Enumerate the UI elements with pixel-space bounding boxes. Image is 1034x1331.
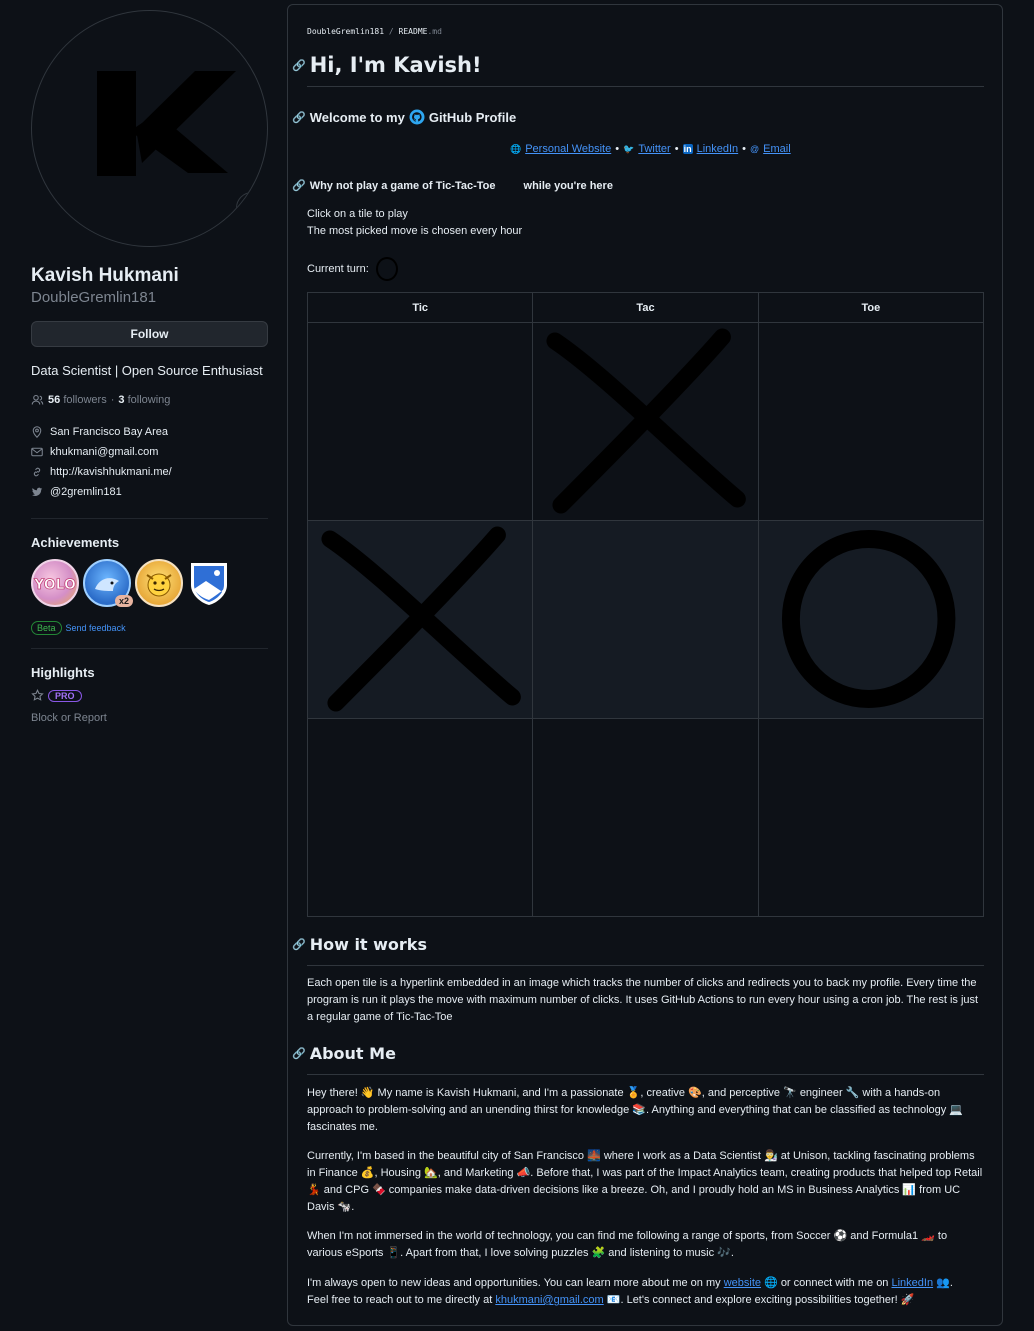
- anchor-link-icon[interactable]: 🔗: [292, 111, 306, 124]
- email-link[interactable]: khukmani@gmail.com: [495, 1294, 603, 1306]
- board-cell-empty[interactable]: [306, 718, 534, 917]
- readme-panel: DoubleGremlin181 / README.md 🔗 Hi, I'm K…: [287, 4, 1003, 1326]
- highlights-heading: Highlights: [31, 665, 95, 680]
- profile-name: Kavish Hukmani: [31, 265, 179, 286]
- badge-multiplier: x2: [114, 595, 133, 607]
- follow-button[interactable]: Follow: [31, 321, 268, 347]
- breadcrumb-repo[interactable]: DoubleGremlin181: [307, 27, 384, 36]
- column-header: Toe: [757, 292, 985, 323]
- profile-details: San Francisco Bay Area khukmani@gmail.co…: [31, 422, 268, 502]
- k-logo-icon: [97, 71, 236, 176]
- o-mark-icon: [781, 530, 956, 708]
- twitter-item[interactable]: @2gremlin181: [31, 482, 268, 502]
- people-icon: [31, 394, 44, 405]
- how-heading: 🔗 How it works: [292, 935, 427, 954]
- divider: [307, 86, 984, 87]
- social-links: 🌐 Personal Website • 🐦 Twitter • in Link…: [510, 143, 791, 155]
- readme-title: 🔗 Hi, I'm Kavish!: [292, 53, 482, 77]
- anchor-link-icon[interactable]: 🔗: [292, 938, 306, 951]
- block-or-report-link[interactable]: Block or Report: [31, 712, 268, 724]
- pro-badge: PRO: [48, 689, 82, 702]
- github-icon: [409, 109, 425, 125]
- linkedin-icon: in: [682, 144, 693, 154]
- divider: [307, 1074, 984, 1075]
- following-link[interactable]: 3 following: [118, 394, 170, 406]
- status-laptop-icon[interactable]: 💻: [236, 192, 267, 224]
- beta-pill: Beta: [31, 621, 62, 635]
- column-header: Tac: [532, 292, 759, 323]
- board-cell-empty[interactable]: [532, 718, 759, 917]
- mail-icon: [31, 446, 43, 458]
- profile-bio: Data Scientist | Open Source Enthusiast: [31, 363, 263, 378]
- board-cell-empty[interactable]: [532, 520, 759, 719]
- board-row: [306, 718, 985, 917]
- instructions: Click on a tile to play The most picked …: [307, 208, 523, 237]
- yolo-badge-icon[interactable]: YOLO: [31, 559, 79, 607]
- personal-website-link[interactable]: Personal Website: [525, 143, 611, 155]
- send-feedback-link[interactable]: Send feedback: [66, 623, 126, 633]
- highlights-row: PRO: [31, 689, 268, 702]
- how-text: Each open tile is a hyperlink embedded i…: [307, 977, 979, 1023]
- email-item[interactable]: khukmani@gmail.com: [31, 442, 268, 462]
- location-icon: [31, 426, 43, 438]
- welcome-heading: 🔗 Welcome to my GitHub Profile: [292, 109, 517, 125]
- board-row: [306, 520, 985, 719]
- board-cell-o: [757, 520, 985, 719]
- follows-separator: ·: [110, 394, 115, 406]
- breadcrumb: DoubleGremlin181 / README.md: [307, 27, 442, 36]
- current-turn: Current turn:: [307, 257, 984, 281]
- globe-icon: 🌐: [510, 143, 522, 154]
- svg-text:YOLO: YOLO: [33, 577, 76, 593]
- star-icon: [31, 689, 44, 701]
- board-cell-empty[interactable]: [757, 718, 985, 917]
- anchor-link-icon[interactable]: 🔗: [292, 179, 306, 192]
- twitter-link[interactable]: Twitter: [638, 143, 670, 155]
- pull-shark-badge-icon[interactable]: x2: [83, 559, 133, 607]
- about-paragraph: I'm always open to new ideas and opportu…: [307, 1277, 953, 1306]
- twitter-icon: 🐦: [623, 143, 635, 154]
- divider: [307, 965, 984, 966]
- divider: [31, 518, 268, 519]
- profile-login: DoubleGremlin181: [31, 289, 157, 306]
- about-paragraph: Hey there! 👋 My name is Kavish Hukmani, …: [307, 1087, 964, 1133]
- achievements-heading: Achievements: [31, 535, 120, 550]
- linkedin-link[interactable]: LinkedIn: [697, 143, 739, 155]
- anchor-link-icon[interactable]: 🔗: [292, 59, 306, 72]
- website-link[interactable]: website: [724, 1277, 761, 1289]
- twitter-icon: [31, 486, 43, 498]
- follow-counts: 56 followers · 3 following: [31, 394, 268, 406]
- anchor-link-icon[interactable]: 🔗: [292, 1047, 306, 1060]
- board-row: [306, 322, 985, 521]
- link-icon: [31, 466, 43, 478]
- website-item[interactable]: http://kavishhukmani.me/: [31, 462, 268, 482]
- avatar[interactable]: 💻: [31, 10, 268, 247]
- linkedin-link[interactable]: LinkedIn: [892, 1277, 934, 1289]
- game-heading: 🔗 Why not play a game of Tic-Tac-Toe whi…: [292, 179, 613, 193]
- board-cell-empty[interactable]: [306, 322, 534, 521]
- tic-tac-toe-board: Tic Tac Toe: [306, 292, 985, 917]
- followers-link[interactable]: 56 followers: [48, 394, 107, 406]
- divider: [31, 648, 268, 649]
- board-cell-empty[interactable]: [757, 322, 985, 521]
- email-link[interactable]: Email: [763, 143, 791, 155]
- board-cell-x: [306, 520, 534, 719]
- about-paragraph: When I'm not immersed in the world of te…: [307, 1230, 948, 1259]
- column-header: Tic: [306, 292, 534, 323]
- x-mark-icon: [321, 526, 521, 712]
- board-cell-x: [532, 322, 759, 521]
- location-item: San Francisco Bay Area: [31, 422, 268, 442]
- o-turn-icon: [375, 257, 398, 281]
- about-paragraph: Currently, I'm based in the beautiful ci…: [307, 1150, 983, 1213]
- about-heading: 🔗 About Me: [292, 1044, 396, 1063]
- achievements-feedback: Beta Send feedback: [31, 621, 268, 635]
- at-icon: @: [750, 144, 760, 154]
- achievement-badges: YOLO x2: [31, 559, 268, 607]
- arctic-vault-badge-icon[interactable]: [187, 559, 235, 607]
- quickdraw-badge-icon[interactable]: [135, 559, 183, 607]
- x-mark-icon: [546, 328, 747, 514]
- profile-sidebar: 💻 Kavish Hukmani DoubleGremlin181 Follow…: [31, 10, 268, 724]
